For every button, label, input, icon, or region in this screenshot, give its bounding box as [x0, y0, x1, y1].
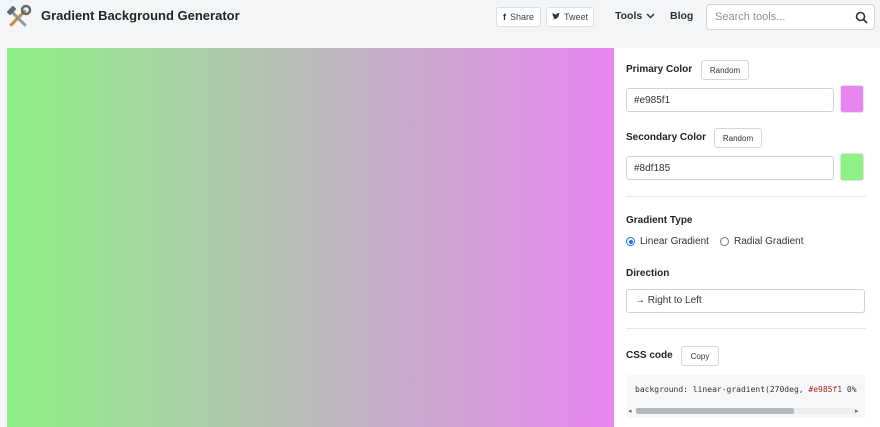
twitter-icon — [551, 12, 560, 22]
scrollbar-thumb[interactable] — [636, 408, 794, 414]
secondary-color-input[interactable] — [626, 156, 834, 180]
settings-panel: Primary Color Random Secondary Color Ran… — [614, 48, 880, 427]
tweet-button[interactable]: Tweet — [546, 7, 594, 27]
css-code-text: background: linear-gradient(270deg, #e98… — [635, 385, 857, 394]
primary-color-label: Primary Color — [626, 64, 693, 75]
css-code-color: #e985f1 — [808, 385, 843, 394]
secondary-color-swatch[interactable] — [840, 153, 864, 181]
share-button[interactable]: f Share — [496, 7, 541, 27]
radial-gradient-label: Radial Gradient — [734, 236, 804, 247]
chevron-down-icon — [646, 10, 655, 22]
search-icon[interactable] — [855, 11, 868, 24]
search-input[interactable] — [715, 9, 855, 25]
linear-gradient-label: Linear Gradient — [640, 236, 709, 247]
horizontal-scrollbar[interactable]: ◂ ▸ — [626, 406, 865, 416]
primary-random-button[interactable]: Random — [701, 60, 749, 80]
primary-color-input[interactable] — [626, 88, 834, 112]
gradient-type-label: Gradient Type — [626, 215, 693, 226]
scroll-right-icon[interactable]: ▸ — [855, 407, 859, 415]
copy-button[interactable]: Copy — [681, 346, 719, 366]
search-box[interactable] — [706, 4, 875, 30]
css-code-prefix: background: linear-gradient(270deg, — [635, 385, 809, 394]
tweet-label: Tweet — [563, 12, 588, 22]
secondary-random-button[interactable]: Random — [714, 128, 762, 148]
css-code-box[interactable]: background: linear-gradient(270deg, #e98… — [626, 375, 865, 418]
direction-label: Direction — [626, 268, 670, 279]
css-code-suffix: 0% — [842, 385, 857, 394]
radio-linear-gradient[interactable]: Linear Gradient — [626, 236, 709, 247]
nav-tools[interactable]: Tools — [615, 10, 655, 22]
secondary-color-label: Secondary Color — [626, 132, 707, 143]
hammer-wrench-icon[interactable] — [4, 4, 32, 32]
primary-color-swatch[interactable] — [840, 85, 864, 113]
direction-select[interactable]: → Right to Left — [626, 289, 865, 313]
divider — [626, 328, 866, 329]
radio-radial-gradient[interactable]: Radial Gradient — [720, 236, 803, 247]
nav-tools-label: Tools — [615, 10, 643, 22]
top-bar: Gradient Background Generator f Share Tw… — [0, 0, 880, 36]
gradient-preview — [7, 48, 614, 427]
css-code-label: CSS code — [626, 350, 673, 361]
divider — [626, 196, 866, 197]
scroll-left-icon[interactable]: ◂ — [628, 407, 632, 415]
share-label: Share — [509, 12, 535, 22]
nav-blog-label: Blog — [670, 10, 694, 22]
radio-button-checked[interactable] — [626, 237, 635, 246]
radio-button[interactable] — [720, 237, 729, 246]
nav-blog[interactable]: Blog — [670, 10, 693, 22]
facebook-icon: f — [502, 12, 506, 22]
app-title: Gradient Background Generator — [41, 8, 240, 23]
